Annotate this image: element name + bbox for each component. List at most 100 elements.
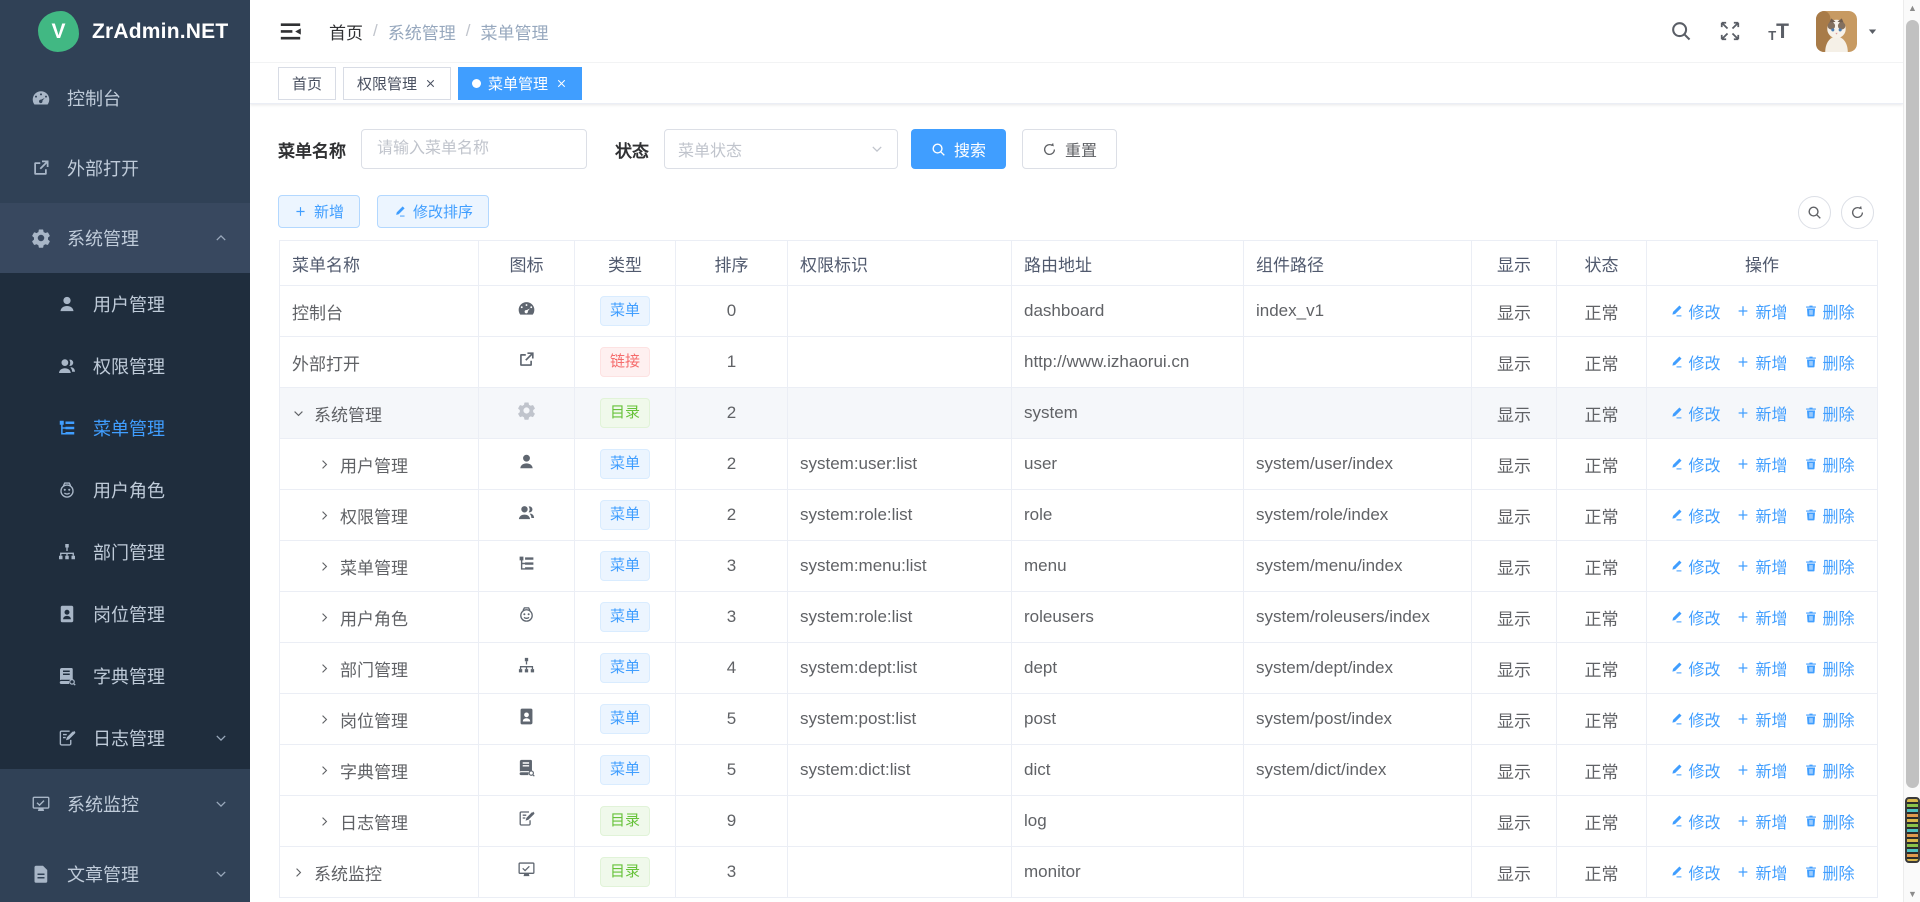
avatar[interactable] [1816,11,1857,52]
app-logo[interactable]: V ZrAdmin.NET [0,0,250,63]
chevron-right-icon[interactable] [318,713,340,726]
sidebar-item-11[interactable]: 系统监控 [0,769,250,839]
chevron-right-icon[interactable] [318,509,340,522]
tab-0[interactable]: 首页 [278,67,336,100]
delete-link[interactable]: 删除 [1804,452,1855,476]
users-icon [517,503,536,522]
edit-link[interactable]: 修改 [1669,401,1720,425]
reset-button[interactable]: 重置 [1022,129,1117,169]
delete-link[interactable]: 删除 [1804,299,1855,323]
sidebar-item-0[interactable]: 控制台 [0,63,250,133]
search-icon[interactable] [1670,20,1692,42]
delete-link[interactable]: 删除 [1804,860,1855,884]
fullscreen-icon[interactable] [1719,20,1741,42]
sidebar-item-2[interactable]: 系统管理 [0,203,250,273]
close-icon[interactable] [555,77,568,90]
sidebar-item-1[interactable]: 外部打开 [0,133,250,203]
scrollbar-down-arrow[interactable]: ▼ [1904,886,1920,902]
sidebar-item-12[interactable]: 文章管理 [0,839,250,902]
edit-link[interactable]: 修改 [1669,656,1720,680]
chevron-right-icon[interactable] [318,662,340,675]
status-cell: 正常 [1557,388,1647,439]
sidebar-item-4[interactable]: 权限管理 [0,335,250,397]
delete-link[interactable]: 删除 [1804,554,1855,578]
scrollbar-extension-widget [1905,797,1920,863]
action-label: 新增 [1755,707,1787,731]
show-search-button[interactable] [1798,196,1831,229]
breadcrumb-item-0[interactable]: 首页 [329,19,363,44]
delete-link[interactable]: 删除 [1804,350,1855,374]
add-button[interactable]: 新增 [278,195,360,228]
sort-cell: 2 [676,388,788,439]
font-size-icon[interactable]: TT [1768,21,1789,42]
scrollbar-thumb[interactable] [1906,20,1919,788]
sidebar-item-6[interactable]: 用户角色 [0,459,250,521]
add-link[interactable]: 新增 [1736,656,1787,680]
sidebar-item-8[interactable]: 岗位管理 [0,583,250,645]
chevron-right-icon[interactable] [318,764,340,777]
action-label: 删除 [1823,299,1855,323]
edit-link[interactable]: 修改 [1669,452,1720,476]
chevron-down-icon[interactable] [292,407,314,420]
delete-link[interactable]: 删除 [1804,503,1855,527]
edit-link[interactable]: 修改 [1669,554,1720,578]
edit-link[interactable]: 修改 [1669,758,1720,782]
sidebar-collapse-icon[interactable] [278,19,303,44]
chevron-right-icon[interactable] [318,560,340,573]
sidebar-item-label: 菜单管理 [93,415,165,441]
add-link[interactable]: 新增 [1736,299,1787,323]
scrollbar-up-arrow[interactable]: ▲ [1904,0,1920,16]
sidebar-item-9[interactable]: 字典管理 [0,645,250,707]
action-label: 新增 [1755,860,1787,884]
add-link[interactable]: 新增 [1736,605,1787,629]
search-button[interactable]: 搜索 [911,129,1006,169]
delete-link[interactable]: 删除 [1804,809,1855,833]
menu-name-cell: 菜单管理 [292,554,466,579]
delete-link[interactable]: 删除 [1804,707,1855,731]
edit-link[interactable]: 修改 [1669,299,1720,323]
chevron-right-icon[interactable] [318,611,340,624]
delete-link[interactable]: 删除 [1804,656,1855,680]
chevron-right-icon[interactable] [318,815,340,828]
close-icon[interactable] [424,77,437,90]
user-menu[interactable] [1816,11,1879,52]
add-link[interactable]: 新增 [1736,758,1787,782]
chevron-right-icon[interactable] [318,458,340,471]
action-label: 修改 [1688,350,1720,374]
add-link[interactable]: 新增 [1736,860,1787,884]
delete-link[interactable]: 删除 [1804,758,1855,782]
route-cell: log [1012,796,1244,847]
delete-link[interactable]: 删除 [1804,401,1855,425]
edit-link[interactable]: 修改 [1669,707,1720,731]
edit-link[interactable]: 修改 [1669,605,1720,629]
tab-1[interactable]: 权限管理 [343,67,451,100]
tab-2[interactable]: 菜单管理 [458,67,582,100]
add-link[interactable]: 新增 [1736,503,1787,527]
sidebar-item-3[interactable]: 用户管理 [0,273,250,335]
sidebar-item-5[interactable]: 菜单管理 [0,397,250,459]
chevron-right-icon[interactable] [292,866,314,879]
add-link[interactable]: 新增 [1736,707,1787,731]
edit-link[interactable]: 修改 [1669,860,1720,884]
add-link[interactable]: 新增 [1736,554,1787,578]
page-scrollbar[interactable]: ▲ ▼ [1903,0,1920,902]
edit-link[interactable]: 修改 [1669,503,1720,527]
perm-cell: system:post:list [788,694,1012,745]
menu-name: 用户角色 [340,605,408,630]
add-link[interactable]: 新增 [1736,350,1787,374]
action-label: 新增 [1755,809,1787,833]
menu-name-input[interactable] [361,129,587,169]
status-select[interactable]: 菜单状态 [664,129,898,169]
add-link[interactable]: 新增 [1736,809,1787,833]
sidebar-item-7[interactable]: 部门管理 [0,521,250,583]
sidebar-item-10[interactable]: 日志管理 [0,707,250,769]
edit-link[interactable]: 修改 [1669,350,1720,374]
menu-name: 日志管理 [340,809,408,834]
add-link[interactable]: 新增 [1736,401,1787,425]
delete-link[interactable]: 删除 [1804,605,1855,629]
refresh-table-button[interactable] [1841,196,1874,229]
trash-icon [1804,304,1818,318]
edit-link[interactable]: 修改 [1669,809,1720,833]
edit-sort-button[interactable]: 修改排序 [377,195,489,228]
add-link[interactable]: 新增 [1736,452,1787,476]
